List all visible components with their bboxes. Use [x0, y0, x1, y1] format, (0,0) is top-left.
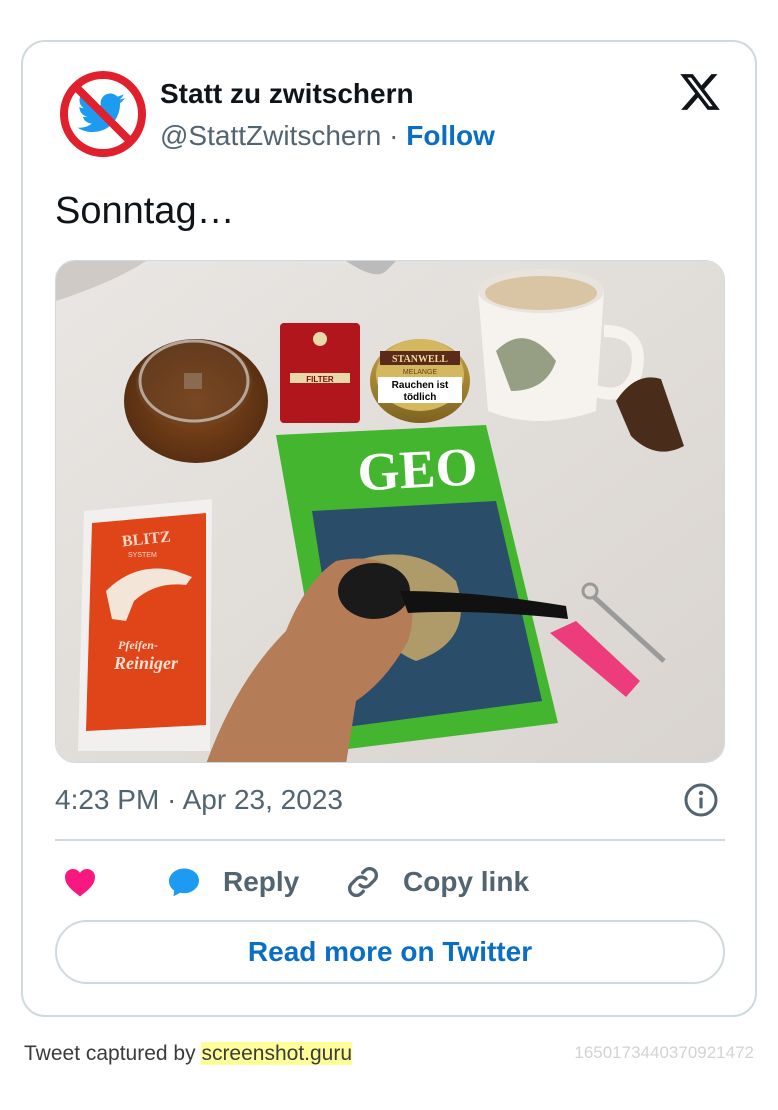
x-logo-icon[interactable]	[677, 70, 723, 114]
link-icon[interactable]	[345, 864, 381, 900]
red-cigarette-pack: FILTER	[280, 323, 360, 423]
separator-dot: ·	[381, 120, 407, 151]
tweet-photo[interactable]: FILTER STANWELL MELANGE Rauchen ist tödl…	[55, 260, 725, 763]
capture-site-link[interactable]: screenshot.guru	[201, 1042, 353, 1065]
tin-sub: MELANGE	[403, 369, 438, 376]
copy-link-button[interactable]: Copy link	[403, 866, 529, 898]
tweet-card: Statt zu zwitschern @StattZwitschern · F…	[21, 40, 757, 1017]
tin-warning-line1: Rauchen ist	[392, 380, 449, 391]
follow-link[interactable]: Follow	[406, 120, 495, 151]
avatar[interactable]	[57, 68, 149, 160]
reply-bubble-icon[interactable]	[165, 864, 203, 900]
tweet-timestamp[interactable]: 4:23 PM · Apr 23, 2023	[55, 784, 343, 816]
blitz-system: SYSTEM	[128, 552, 157, 559]
capture-credit-prefix: Tweet captured by	[24, 1042, 202, 1065]
heart-icon[interactable]	[61, 864, 99, 900]
blitz-line1: Pfeifen-	[118, 638, 158, 652]
author-name[interactable]: Statt zu zwitschern	[160, 78, 414, 110]
tobacco-tin: STANWELL MELANGE Rauchen ist tödlich	[370, 339, 470, 423]
author-handle[interactable]: @StattZwitschern	[160, 120, 381, 151]
blitz-line2: Reiniger	[113, 653, 179, 673]
ashtray	[124, 339, 268, 463]
capture-credit: Tweet captured by screenshot.guru	[24, 1042, 353, 1066]
tin-brand: STANWELL	[392, 354, 448, 365]
tweet-id: 1650173440370921472	[574, 1043, 754, 1062]
info-icon[interactable]	[683, 782, 719, 818]
magazine-title: GEO	[356, 436, 479, 502]
author-handle-line: @StattZwitschern · Follow	[160, 120, 495, 152]
tweet-text: Sonntag…	[55, 190, 235, 232]
divider	[55, 839, 725, 841]
reply-button[interactable]: Reply	[223, 866, 299, 898]
pipe-cleaner-pack: BLITZ SYSTEM Pfeifen- Reiniger	[78, 499, 212, 751]
red-pack-label: FILTER	[306, 375, 334, 384]
tin-warning-line2: tödlich	[404, 392, 437, 403]
read-more-button[interactable]: Read more on Twitter	[55, 920, 725, 984]
